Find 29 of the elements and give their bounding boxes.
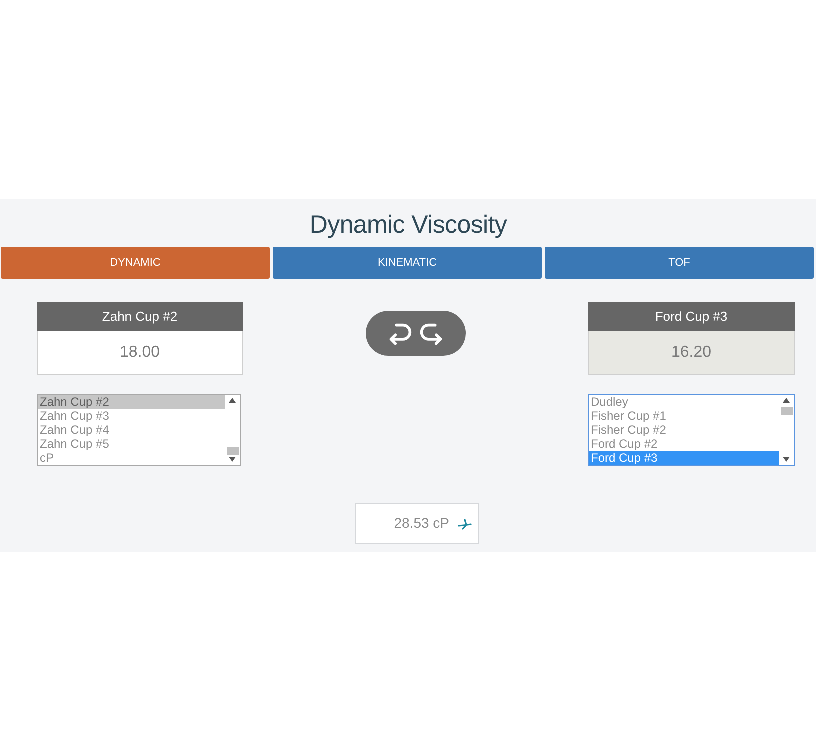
list-option[interactable]: Zahn Cup #2	[38, 395, 225, 409]
swoosh-icon	[458, 518, 472, 530]
cup-listbox[interactable]: Zahn Cup #2 Zahn Cup #3 Zahn Cup #4 Zahn Cup #5 cP	[37, 394, 241, 466]
scroll-thumb[interactable]	[226, 447, 238, 455]
list-option[interactable]: Ford Cup #3	[589, 451, 779, 465]
scroll-down-icon[interactable]	[229, 457, 236, 462]
value-field[interactable]: 16.20	[588, 331, 795, 375]
page-title: Dynamic Viscosity	[310, 212, 508, 238]
list-option[interactable]: Fisher Cup #1	[589, 409, 779, 423]
list-option[interactable]: Fisher Cup #2	[589, 423, 779, 437]
result-value: 28.53 cP	[394, 514, 450, 533]
scroll-down-icon[interactable]	[783, 457, 790, 462]
swap-button[interactable]	[366, 311, 466, 356]
scroll-up-icon[interactable]	[229, 398, 236, 403]
list-option[interactable]: Zahn Cup #4	[38, 423, 225, 437]
cup-header: Ford Cup #3	[588, 302, 795, 331]
value-field[interactable]: 18.00	[37, 331, 243, 375]
list-option[interactable]: Dudley	[589, 395, 779, 409]
cup-header: Zahn Cup #2	[37, 302, 243, 331]
list-option[interactable]: cP	[38, 451, 225, 465]
tab[interactable]: TOF	[545, 247, 814, 279]
scroll-up-icon[interactable]	[783, 398, 790, 403]
tab[interactable]: DYNAMIC	[1, 247, 270, 279]
tab[interactable]: KINEMATIC	[273, 247, 542, 279]
scroll-thumb[interactable]	[780, 407, 792, 415]
list-option[interactable]: Ford Cup #2	[589, 437, 779, 451]
cup-listbox[interactable]: Dudley Fisher Cup #1 Fisher Cup #2 Ford Cup #2 Ford Cup #3	[588, 394, 795, 466]
list-option[interactable]: Zahn Cup #5	[38, 437, 225, 451]
list-option[interactable]: Zahn Cup #3	[38, 409, 225, 423]
